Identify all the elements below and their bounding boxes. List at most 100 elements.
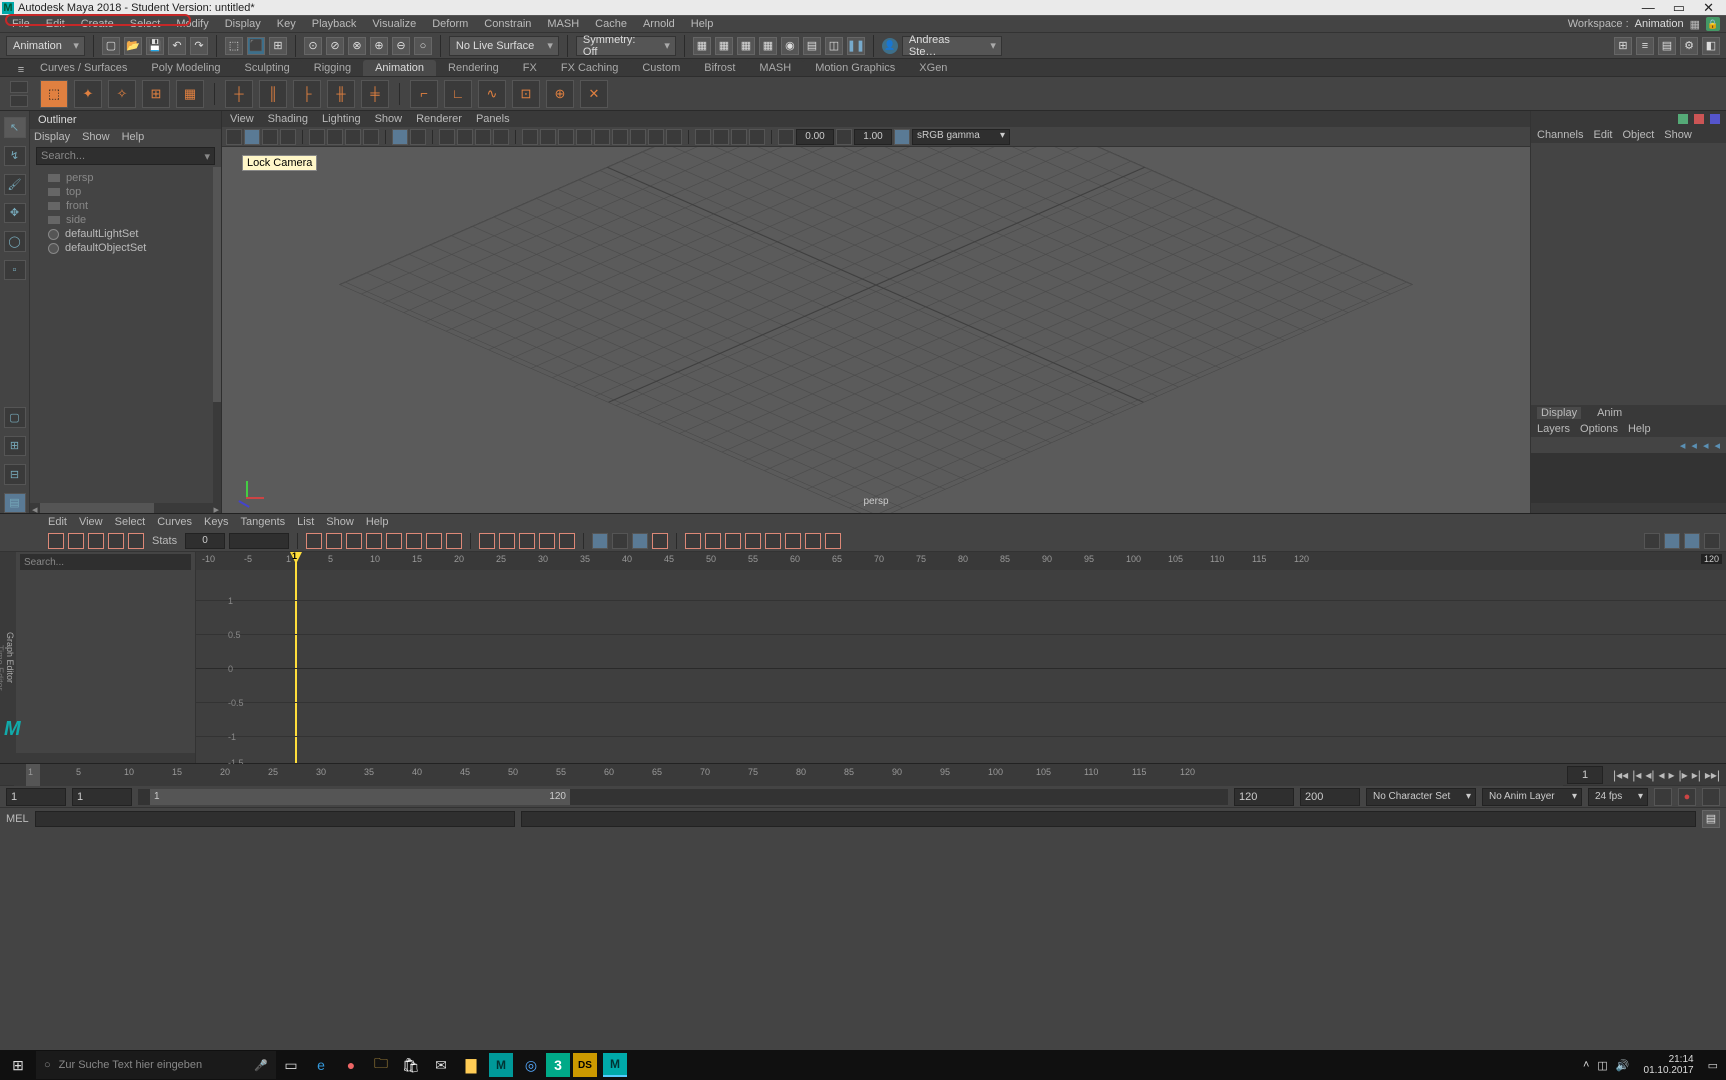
select-mode-component-icon[interactable]: ⊞ bbox=[269, 37, 287, 55]
rotate-tool-icon[interactable]: ◯ bbox=[4, 231, 26, 252]
panel-icon[interactable] bbox=[1678, 114, 1688, 124]
outliner-menu[interactable]: Display bbox=[34, 131, 70, 143]
modeling-toolkit-icon[interactable]: ◧ bbox=[1702, 37, 1720, 55]
snap-live-icon[interactable]: ⊖ bbox=[392, 37, 410, 55]
daz-icon[interactable]: DS bbox=[573, 1053, 597, 1077]
shelf-button[interactable]: ║ bbox=[259, 80, 287, 108]
select-mode-object-icon[interactable]: ⬛ bbox=[247, 37, 265, 55]
vp-tool-icon[interactable] bbox=[244, 129, 260, 145]
panel-icon[interactable] bbox=[1694, 114, 1704, 124]
shelf-button[interactable]: ⌐ bbox=[410, 80, 438, 108]
range-end-outer[interactable] bbox=[1300, 788, 1360, 806]
shelf-button[interactable]: ┼ bbox=[225, 80, 253, 108]
set-key-icon[interactable]: ● bbox=[1678, 788, 1696, 806]
vp-tool-icon[interactable] bbox=[280, 129, 296, 145]
gamma-input[interactable] bbox=[854, 129, 892, 145]
anim-layer-dropdown[interactable]: No Anim Layer bbox=[1482, 788, 1582, 806]
shelf-button[interactable]: ╫ bbox=[327, 80, 355, 108]
layout-single-icon[interactable]: ▢ bbox=[4, 407, 26, 428]
viewport-menu[interactable]: Renderer bbox=[416, 113, 462, 125]
graph-tool-icon[interactable] bbox=[765, 533, 781, 549]
snap-curve-icon[interactable]: ⊘ bbox=[326, 37, 344, 55]
menu-constrain[interactable]: Constrain bbox=[476, 15, 539, 33]
minimize-button[interactable]: — bbox=[1642, 0, 1655, 16]
channel-tab[interactable]: Channels bbox=[1537, 129, 1583, 141]
layer-icon[interactable]: ◂ bbox=[1703, 439, 1709, 452]
mail-icon[interactable]: ✉ bbox=[426, 1050, 456, 1080]
graph-tool-icon[interactable] bbox=[705, 533, 721, 549]
shelf-tab[interactable]: Curves / Surfaces bbox=[28, 60, 139, 76]
user-avatar[interactable]: 👤 bbox=[882, 38, 898, 54]
graph-tool-icon[interactable] bbox=[346, 533, 362, 549]
graph-tool-icon[interactable] bbox=[48, 533, 64, 549]
workspace-value[interactable]: Animation bbox=[1635, 18, 1684, 30]
graph-tool-icon[interactable] bbox=[519, 533, 535, 549]
explorer-icon[interactable]: 🗀 bbox=[366, 1050, 396, 1080]
outliner-menu[interactable]: Help bbox=[122, 131, 145, 143]
current-frame-input[interactable] bbox=[1567, 766, 1603, 784]
shelf-button[interactable]: ∿ bbox=[478, 80, 506, 108]
step-back-icon[interactable]: ◂| bbox=[1645, 768, 1654, 782]
shelf-button[interactable]: ✦ bbox=[74, 80, 102, 108]
step-back-key-icon[interactable]: |◂ bbox=[1632, 768, 1641, 782]
graph-tool-icon[interactable] bbox=[108, 533, 124, 549]
channel-tab[interactable]: Object bbox=[1622, 129, 1654, 141]
play-forward-icon[interactable]: ▸ bbox=[1669, 768, 1675, 782]
shelf-tab[interactable]: MASH bbox=[747, 60, 803, 76]
graph-tool-icon[interactable] bbox=[128, 533, 144, 549]
anim-prefs-icon[interactable] bbox=[1702, 788, 1720, 806]
shelf-tab[interactable]: FX bbox=[511, 60, 549, 76]
snap-plane-icon[interactable]: ⊕ bbox=[370, 37, 388, 55]
layer-icon[interactable]: ◂ bbox=[1714, 439, 1720, 452]
graph-tool-icon[interactable] bbox=[386, 533, 402, 549]
shelf-button[interactable]: ∟ bbox=[444, 80, 472, 108]
render-view-icon[interactable]: ▦ bbox=[759, 37, 777, 55]
shelf-tab[interactable]: FX Caching bbox=[549, 60, 630, 76]
graph-tool-icon[interactable] bbox=[632, 533, 648, 549]
graph-tool-icon[interactable] bbox=[1684, 533, 1700, 549]
graph-tool-icon[interactable] bbox=[539, 533, 555, 549]
graph-tool-icon[interactable] bbox=[88, 533, 104, 549]
snap-toggle-icon[interactable]: ○ bbox=[414, 37, 432, 55]
light-editor-icon[interactable]: ◫ bbox=[825, 37, 843, 55]
layer-menu[interactable]: Help bbox=[1628, 423, 1651, 435]
vp-tool-icon[interactable] bbox=[576, 129, 592, 145]
shelf-nav-icon[interactable] bbox=[10, 95, 28, 107]
maya-taskbar-icon[interactable]: M bbox=[603, 1053, 627, 1077]
layer-icon[interactable]: ◂ bbox=[1691, 439, 1697, 452]
color-mgmt-dropdown[interactable]: sRGB gamma bbox=[912, 129, 1010, 145]
layer-tab[interactable]: Display bbox=[1537, 407, 1581, 419]
shelf-tab[interactable]: XGen bbox=[907, 60, 959, 76]
menu-key[interactable]: Key bbox=[269, 15, 304, 33]
viewport-3d[interactable]: Lock Camera persp bbox=[222, 147, 1530, 513]
app-icon[interactable]: M bbox=[489, 1053, 513, 1077]
shelf-button[interactable]: ├ bbox=[293, 80, 321, 108]
goto-end-icon[interactable]: ▸▸| bbox=[1705, 768, 1720, 782]
layout-two-icon[interactable]: ⊟ bbox=[4, 464, 26, 485]
goto-start-icon[interactable]: |◂◂ bbox=[1613, 768, 1628, 782]
shelf-tab[interactable]: Rigging bbox=[302, 60, 363, 76]
vp-tool-icon[interactable] bbox=[410, 129, 426, 145]
graph-menu[interactable]: Show bbox=[326, 516, 354, 528]
graph-search[interactable]: Search... bbox=[20, 554, 191, 570]
viewport-menu[interactable]: Lighting bbox=[322, 113, 361, 125]
vp-tool-icon[interactable] bbox=[558, 129, 574, 145]
panel-icon[interactable] bbox=[1710, 114, 1720, 124]
exposure-icon[interactable] bbox=[778, 129, 794, 145]
shelf-tab[interactable]: Motion Graphics bbox=[803, 60, 907, 76]
edge-icon[interactable]: e bbox=[306, 1050, 336, 1080]
range-start-outer[interactable] bbox=[6, 788, 66, 806]
vp-tool-icon[interactable] bbox=[713, 129, 729, 145]
graph-tool-icon[interactable] bbox=[1664, 533, 1680, 549]
graph-tool-icon[interactable] bbox=[366, 533, 382, 549]
undo-icon[interactable]: ↶ bbox=[168, 37, 186, 55]
menu-select[interactable]: Select bbox=[122, 15, 169, 33]
vp-tool-icon[interactable] bbox=[363, 129, 379, 145]
graph-plot[interactable]: -10-515101520253035404550556065707580859… bbox=[196, 552, 1726, 763]
graph-tool-icon[interactable] bbox=[68, 533, 84, 549]
shelf-button[interactable]: ✕ bbox=[580, 80, 608, 108]
notifications-icon[interactable]: ▭ bbox=[1708, 1059, 1718, 1072]
menu-arnold[interactable]: Arnold bbox=[635, 15, 683, 33]
graph-menu[interactable]: View bbox=[79, 516, 103, 528]
graph-tool-icon[interactable] bbox=[612, 533, 628, 549]
